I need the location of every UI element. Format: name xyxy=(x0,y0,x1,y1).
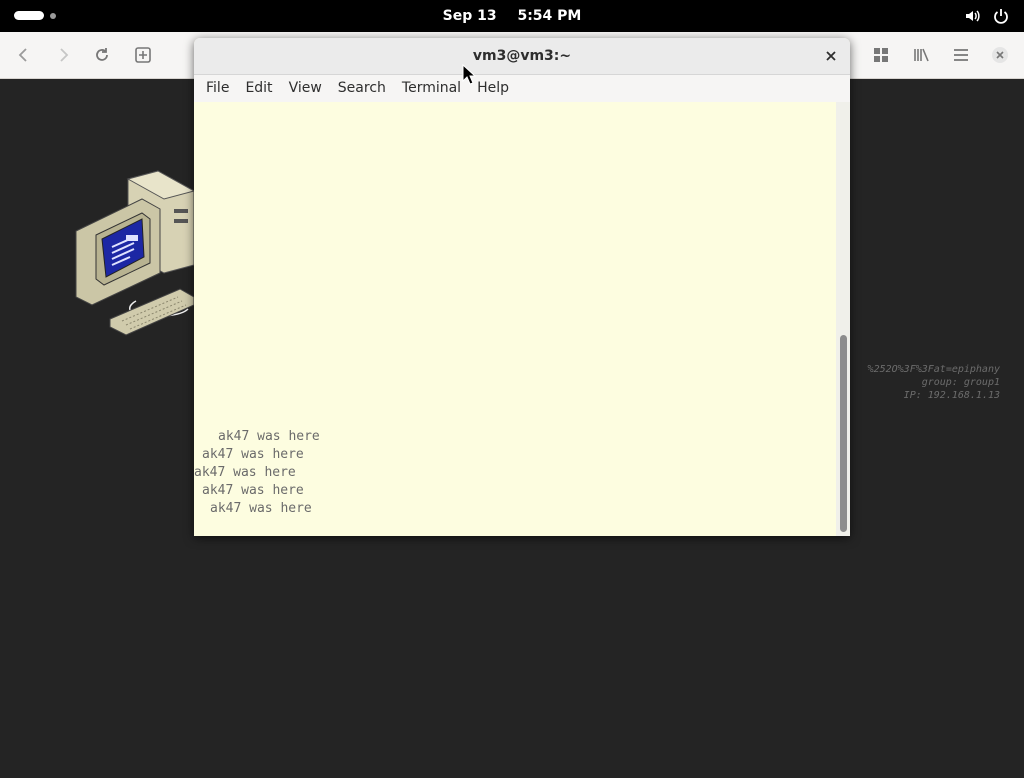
terminal-output[interactable]: ak47 was here ak47 was here ak47 was her… xyxy=(194,102,836,536)
close-window-icon[interactable] xyxy=(824,49,838,63)
watermark-line: %252O%3F%3Fat=epiphany xyxy=(867,364,1000,375)
mouse-pointer-icon xyxy=(462,64,476,85)
new-tab-icon[interactable] xyxy=(133,45,153,65)
terminal-window[interactable]: vm3@vm3:~ File Edit View Search Terminal… xyxy=(194,38,850,536)
watermark-line: group: group1 xyxy=(921,377,1000,388)
library-icon[interactable] xyxy=(911,45,931,65)
clock-date: Sep 13 xyxy=(442,8,497,24)
menu-icon[interactable] xyxy=(951,45,971,65)
scrollbar-thumb[interactable] xyxy=(840,335,847,532)
menu-edit[interactable]: Edit xyxy=(237,75,280,102)
system-tray[interactable] xyxy=(964,7,1010,25)
forward-icon[interactable] xyxy=(53,45,73,65)
clock-time: 5:54 PM xyxy=(517,8,582,24)
top-bar: Sep 13 5:54 PM xyxy=(0,0,1024,32)
menu-file[interactable]: File xyxy=(198,75,237,102)
menu-view[interactable]: View xyxy=(281,75,330,102)
back-icon[interactable] xyxy=(14,45,34,65)
terminal-scrollbar[interactable] xyxy=(836,102,850,536)
terminal-line: ak47 was here xyxy=(210,501,312,516)
tab-overview-icon[interactable] xyxy=(871,45,891,65)
terminal-line: ak47 was here xyxy=(202,447,304,462)
computer-illustration xyxy=(75,170,194,336)
watermark-line: IP: 192.168.1.13 xyxy=(903,390,1000,401)
volume-icon[interactable] xyxy=(964,7,982,25)
menu-search[interactable]: Search xyxy=(330,75,394,102)
power-icon[interactable] xyxy=(992,7,1010,25)
desktop-watermark: %252O%3F%3Fat=epiphany group: group1 IP:… xyxy=(868,363,1000,402)
window-title: vm3@vm3:~ xyxy=(472,48,572,64)
close-icon[interactable] xyxy=(990,45,1010,65)
clock[interactable]: Sep 13 5:54 PM xyxy=(0,0,1024,32)
terminal-menubar: File Edit View Search Terminal Help xyxy=(194,75,850,103)
terminal-titlebar[interactable]: vm3@vm3:~ xyxy=(194,38,850,75)
menu-terminal[interactable]: Terminal xyxy=(394,75,469,102)
reload-icon[interactable] xyxy=(92,45,112,65)
terminal-line: ak47 was here xyxy=(202,483,304,498)
menu-help[interactable]: Help xyxy=(469,75,517,102)
terminal-line: ak47 was here xyxy=(218,429,320,444)
terminal-line: ak47 was here xyxy=(194,465,296,480)
